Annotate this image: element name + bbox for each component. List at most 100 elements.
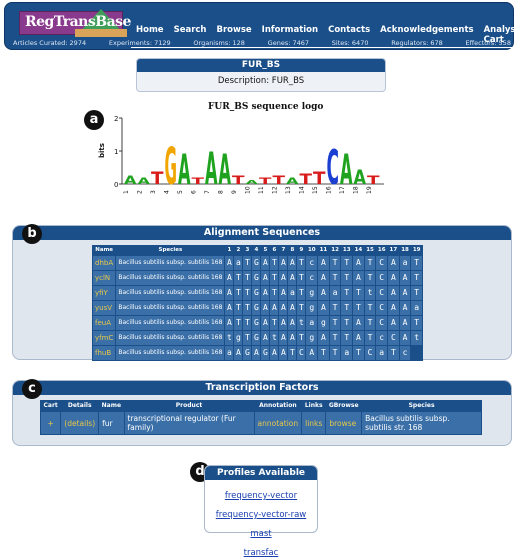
logo-xtick-label: 12: [272, 186, 279, 194]
tf-header-links: Links: [304, 402, 323, 409]
base-cell: G: [251, 329, 262, 346]
base-cell: C: [296, 344, 307, 361]
logo-xtick-label: 7: [204, 190, 211, 194]
gene-link[interactable]: yfmC: [91, 329, 117, 346]
base-cell: A: [260, 329, 271, 346]
base-cell: t: [269, 329, 280, 346]
links-link[interactable]: links: [301, 411, 327, 435]
gene-link[interactable]: feuA: [91, 314, 117, 331]
logo-ytick-label: 0: [114, 181, 118, 189]
base-cell: T: [296, 284, 307, 301]
logo-xtick-label: 1: [123, 190, 130, 194]
base-cell: t: [410, 329, 424, 346]
stat-regulators: Regulators: 678: [391, 39, 443, 47]
base-cell: A: [251, 344, 262, 361]
profile-link-frequency-vector[interactable]: frequency-vector: [225, 491, 297, 501]
logo-letter: T: [192, 176, 205, 186]
logo-ytick-label: 2: [114, 115, 118, 123]
tf-header-gbrowse: GBrowse: [328, 402, 359, 409]
regtransbase-logo[interactable]: RegTransBase: [19, 9, 131, 37]
profile-item: frequency-vector-raw: [205, 502, 317, 521]
base-cell: T: [242, 314, 253, 331]
base-cell: A: [287, 299, 298, 316]
gene-link[interactable]: dhbA: [91, 254, 117, 271]
base-cell: a: [287, 284, 298, 301]
gene-link[interactable]: fhuB: [91, 344, 117, 361]
base-cell: T: [242, 254, 253, 271]
base-cell: A: [287, 254, 298, 271]
base-cell: A: [317, 254, 330, 271]
profile-link-mast[interactable]: mast: [250, 529, 271, 539]
logo-letter: A: [354, 167, 367, 190]
logo-letter: A: [138, 176, 151, 186]
alignment-row: feuA Bacillus subtilis subsp. subtilis 16…: [91, 314, 424, 331]
aln-header-position: 10: [307, 246, 316, 253]
base-cell: T: [340, 329, 354, 346]
aln-header-position: 3: [245, 246, 250, 253]
logo-xtick-label: 16: [326, 186, 333, 194]
gene-link[interactable]: yfiY: [91, 284, 117, 301]
logo-text: RegTransBase: [25, 14, 131, 30]
aln-header-position: 6: [272, 246, 277, 253]
base-cell: g: [305, 284, 319, 301]
base-cell: T: [328, 269, 342, 286]
gene-link[interactable]: yusV: [91, 299, 117, 316]
stats-bar: Articles Curated: 2974 Experiments: 7129…: [13, 39, 511, 47]
alignment-row: fhuB Bacillus subtilis subsp. subtilis 16…: [91, 344, 423, 361]
aln-header-position: 9: [299, 246, 304, 253]
base-cell: A: [260, 269, 271, 286]
tf-name: fur: [98, 411, 125, 435]
aln-header-position: 15: [366, 246, 374, 253]
aln-header-position: 19: [412, 246, 421, 253]
base-cell: A: [398, 284, 412, 301]
gbrowse-link[interactable]: browse: [325, 411, 363, 435]
add-to-cart-button[interactable]: +: [39, 411, 62, 435]
base-cell: T: [352, 344, 365, 361]
profile-item: transfac: [205, 540, 317, 559]
aln-header-species: Species: [158, 246, 183, 253]
base-cell: A: [398, 269, 412, 286]
base-cell: G: [251, 254, 262, 271]
tf-header-name: Name: [101, 402, 122, 409]
base-cell: A: [278, 269, 289, 286]
base-cell: A: [317, 299, 330, 316]
aln-header-position: 14: [354, 246, 363, 253]
aln-header-position: 12: [331, 246, 339, 253]
stat-organisms: Organisms: 128: [193, 39, 245, 47]
aln-header-position: 4: [254, 246, 259, 253]
base-cell: C: [375, 254, 389, 271]
base-cell: A: [260, 254, 271, 271]
stat-sites: Sites: 6470: [331, 39, 369, 47]
alignment-row: dhbA Bacillus subtilis subsp. subtilis 16…: [91, 254, 424, 271]
base-cell: T: [233, 269, 244, 286]
base-cell: A: [278, 314, 289, 331]
logo-xtick-label: 18: [353, 186, 360, 194]
base-cell: T: [340, 254, 354, 271]
base-cell: T: [242, 284, 253, 301]
base-cell: a: [410, 299, 424, 316]
base-cell: T: [269, 314, 280, 331]
base-cell: T: [410, 269, 424, 286]
details-link[interactable]: (details): [60, 411, 100, 435]
profile-link-frequency-vector-raw[interactable]: frequency-vector-raw: [216, 510, 306, 520]
annotation-link[interactable]: annotation: [253, 411, 303, 435]
base-cell: G: [251, 299, 262, 316]
base-cell: G: [251, 314, 262, 331]
alignment-table: Name Species 1 2 3 4 5 6 7 8 9 10 11 12 13 14 15 16 17 18 19…: [91, 245, 424, 361]
base-cell: A: [260, 314, 271, 331]
stat-experiments: Experiments: 7129: [108, 39, 171, 47]
base-cell: C: [375, 284, 389, 301]
profiles-box: Profiles Available frequency-vector freq…: [204, 465, 318, 558]
alignment-title: Alignment Sequences: [13, 226, 511, 240]
logo-ytick-label: 1: [114, 148, 118, 156]
aln-header-position: 2: [236, 246, 241, 253]
logo-letter: G: [165, 138, 178, 196]
logo-xtick-label: 4: [164, 190, 171, 194]
gene-link[interactable]: yclN: [91, 269, 117, 286]
species-cell: Bacillus subtilis subsp. subtilis 168: [115, 284, 226, 301]
base-cell: T: [269, 254, 280, 271]
base-cell: a: [224, 344, 235, 361]
site-description: Description: FUR_BS: [217, 76, 305, 86]
profile-link-transfac[interactable]: transfac: [244, 548, 279, 558]
base-cell: a: [398, 254, 412, 271]
